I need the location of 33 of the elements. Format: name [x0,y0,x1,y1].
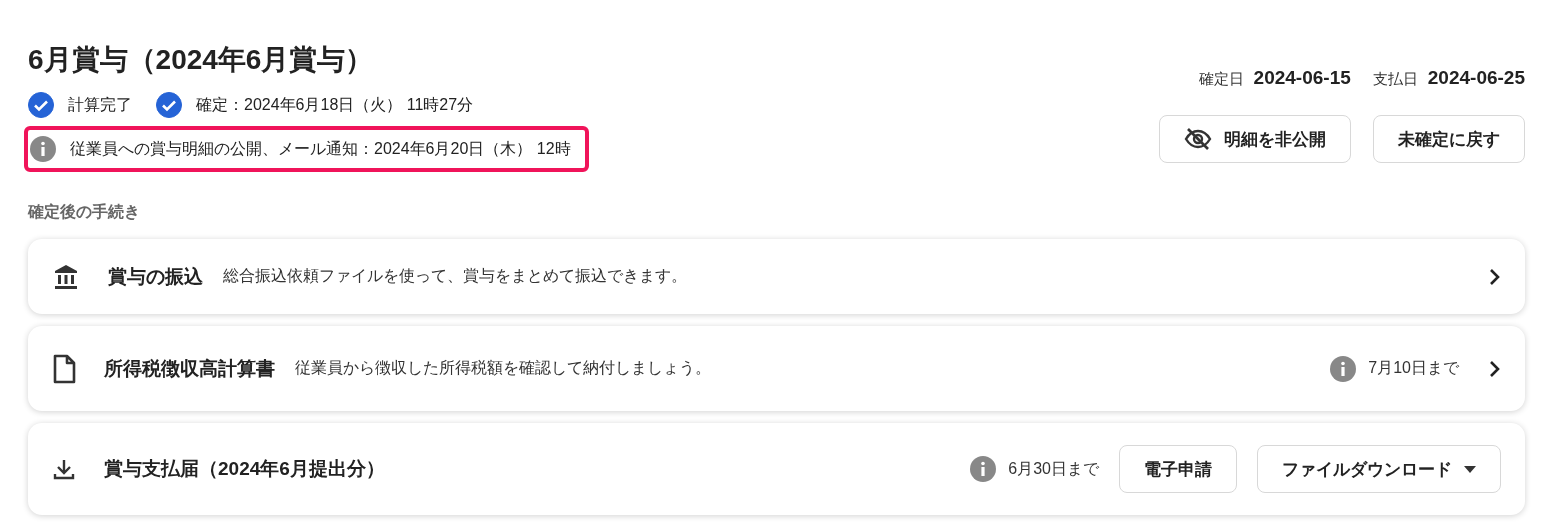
procedure-card[interactable]: 賞与の振込 総合振込依頼ファイルを使って、賞与をまとめて振込できます。 [28,239,1525,314]
procedure-title: 所得税徴収高計算書 [104,356,275,381]
status-label: 計算完了 [68,94,132,115]
download-icon [52,457,76,481]
procedure-title: 賞与の振込 [108,264,203,289]
download-dropdown[interactable]: ファイルダウンロード [1257,445,1501,493]
info-icon [970,456,997,482]
unconfirm-button[interactable]: 未確定に戻す [1373,115,1525,163]
procedure-description: 総合振込依頼ファイルを使って、賞与をまとめて振込できます。 [223,266,687,286]
deadline-text: 6月30日まで [1008,458,1099,479]
date-value: 2024-06-15 [1253,67,1351,88]
document-icon [52,353,76,384]
notice-text: 従業員への賞与明細の公開、メール通知：2024年6月20日（木） 12時 [70,138,571,159]
eye-slash-icon [1184,127,1212,151]
date-value: 2024-06-25 [1427,67,1525,88]
info-icon [1330,355,1357,382]
status-label: 確定：2024年6月18日（火） 11時27分 [196,94,474,115]
deadline-text: 7月10日まで [1368,358,1459,378]
e-filing-button[interactable]: 電子申請 [1119,445,1237,493]
date-label: 支払日 [1372,70,1418,87]
procedure-card[interactable]: 賞与支払届（2024年6月提出分） 6月30日まで 電子申請 ファイルダウンロード [28,423,1525,515]
info-icon [30,136,56,162]
chevron-right-icon [1489,267,1501,286]
procedure-card[interactable]: 所得税徴収高計算書 従業員から徴収した所得税額を確認して納付しましょう。 7月10日まで [28,326,1525,411]
procedure-description: 従業員から徴収した所得税額を確認して納付しましょう。 [295,358,711,378]
bank-icon [52,262,80,291]
caret-icon [1464,465,1476,473]
procedure-title: 賞与支払届（2024年6月提出分） [104,457,385,481]
date-label: 確定日 [1198,70,1244,87]
chevron-right-icon [1489,359,1501,378]
hide-details-button[interactable]: 明細を非公開 [1159,115,1351,163]
page-title: 6月賞与（2024年6月賞与） [28,43,375,77]
section-title: 確定後の手続き [28,202,141,222]
